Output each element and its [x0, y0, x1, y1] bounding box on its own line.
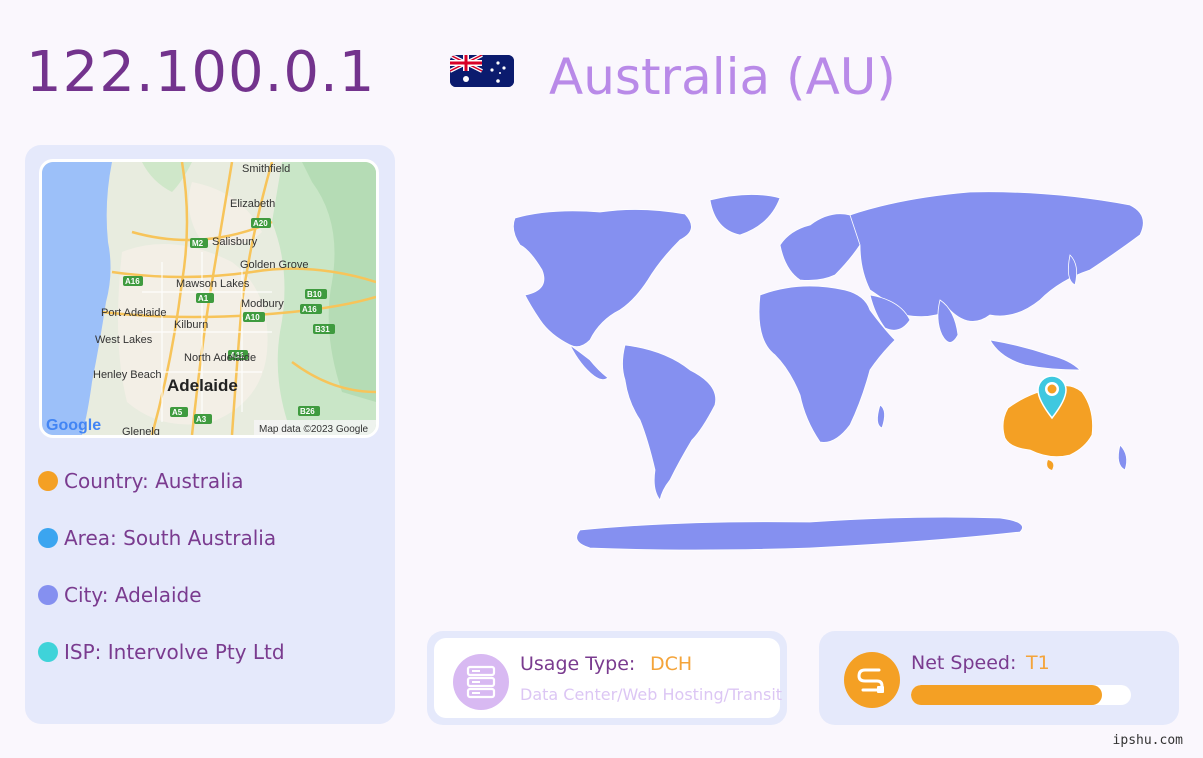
site-watermark: ipshu.com: [1112, 733, 1183, 748]
place-label: Port Adelaide: [101, 307, 166, 319]
world-map: [430, 170, 1200, 570]
usage-type-card: Usage Type: DCH Data Center/Web Hosting/…: [427, 631, 787, 725]
asia-shape: [849, 191, 1144, 322]
speed-bar-track: [911, 685, 1131, 705]
new-zealand-shape: [1117, 444, 1128, 471]
place-label: Kilburn: [174, 319, 208, 331]
city-map[interactable]: A20 M2 A16 A1 B10 A10 A16 B31 A11 A5 A3 …: [39, 159, 379, 438]
central-america-shape: [569, 344, 609, 380]
location-card: A20 M2 A16 A1 B10 A10 A16 B31 A11 A5 A3 …: [25, 145, 395, 724]
road-label: A20: [253, 219, 268, 228]
country-title: Australia (AU): [549, 48, 896, 106]
place-label: Salisbury: [212, 236, 258, 248]
road-label: A10: [245, 313, 260, 322]
area-dot-icon: [38, 528, 58, 548]
europe-shape: [779, 213, 864, 281]
info-isp: ISP: Intervolve Pty Ltd: [38, 640, 285, 664]
place-label: Mawson Lakes: [176, 278, 250, 290]
south-america-shape: [622, 344, 717, 501]
city-label: Adelaide: [167, 376, 238, 395]
antarctica-shape: [576, 516, 1023, 551]
greenland-shape: [709, 194, 781, 236]
usage-inner-panel: Usage Type: DCH Data Center/Web Hosting/…: [434, 638, 783, 718]
road-label: B26: [300, 407, 315, 416]
isp-dot-icon: [38, 642, 58, 662]
road-label: A5: [172, 408, 183, 417]
road-label: B10: [307, 290, 322, 299]
place-label: Glenelg: [122, 426, 160, 435]
road-label: B31: [315, 325, 330, 334]
city-dot-icon: [38, 585, 58, 605]
place-label: Golden Grove: [240, 259, 308, 271]
place-label: West Lakes: [95, 334, 153, 346]
place-label: Smithfield: [242, 163, 290, 175]
usage-type-value: DCH: [650, 653, 693, 675]
tasmania-shape: [1047, 460, 1054, 470]
usage-type-description: Data Center/Web Hosting/Transit: [520, 685, 783, 704]
info-city: City: Adelaide: [38, 583, 202, 607]
australia-flag-icon: [450, 55, 514, 87]
road-label: M2: [192, 239, 204, 248]
country-dot-icon: [38, 471, 58, 491]
place-label: Elizabeth: [230, 198, 275, 210]
madagascar-shape: [877, 404, 885, 429]
place-label: North Adelaide: [184, 352, 256, 364]
road-label: A1: [198, 294, 209, 303]
city-text: City: Adelaide: [64, 583, 202, 607]
speed-bar-fill: [911, 685, 1103, 705]
area-text: Area: South Australia: [64, 526, 277, 550]
place-label: Modbury: [241, 298, 284, 310]
road-label: A3: [196, 415, 207, 424]
map-attribution: Map data ©2023 Google: [259, 424, 369, 435]
north-america-shape: [512, 209, 692, 348]
net-speed-label: Net Speed:: [911, 652, 1017, 674]
speed-icon: [844, 652, 900, 708]
indonesia-shape: [989, 339, 1081, 371]
net-speed-card: Net Speed: T1: [819, 631, 1179, 725]
google-logo: Google: [46, 417, 101, 434]
isp-text: ISP: Intervolve Pty Ltd: [64, 640, 285, 664]
road-label: A16: [125, 277, 140, 286]
ip-address: 122.100.0.1: [26, 40, 376, 105]
road-label: A16: [302, 305, 317, 314]
country-text: Country: Australia: [64, 469, 244, 493]
info-country: Country: Australia: [38, 469, 244, 493]
usage-type-label: Usage Type:: [520, 653, 636, 675]
net-speed-value: T1: [1026, 652, 1050, 674]
server-icon: [453, 654, 509, 710]
place-label: Henley Beach: [93, 369, 162, 381]
info-area: Area: South Australia: [38, 526, 276, 550]
